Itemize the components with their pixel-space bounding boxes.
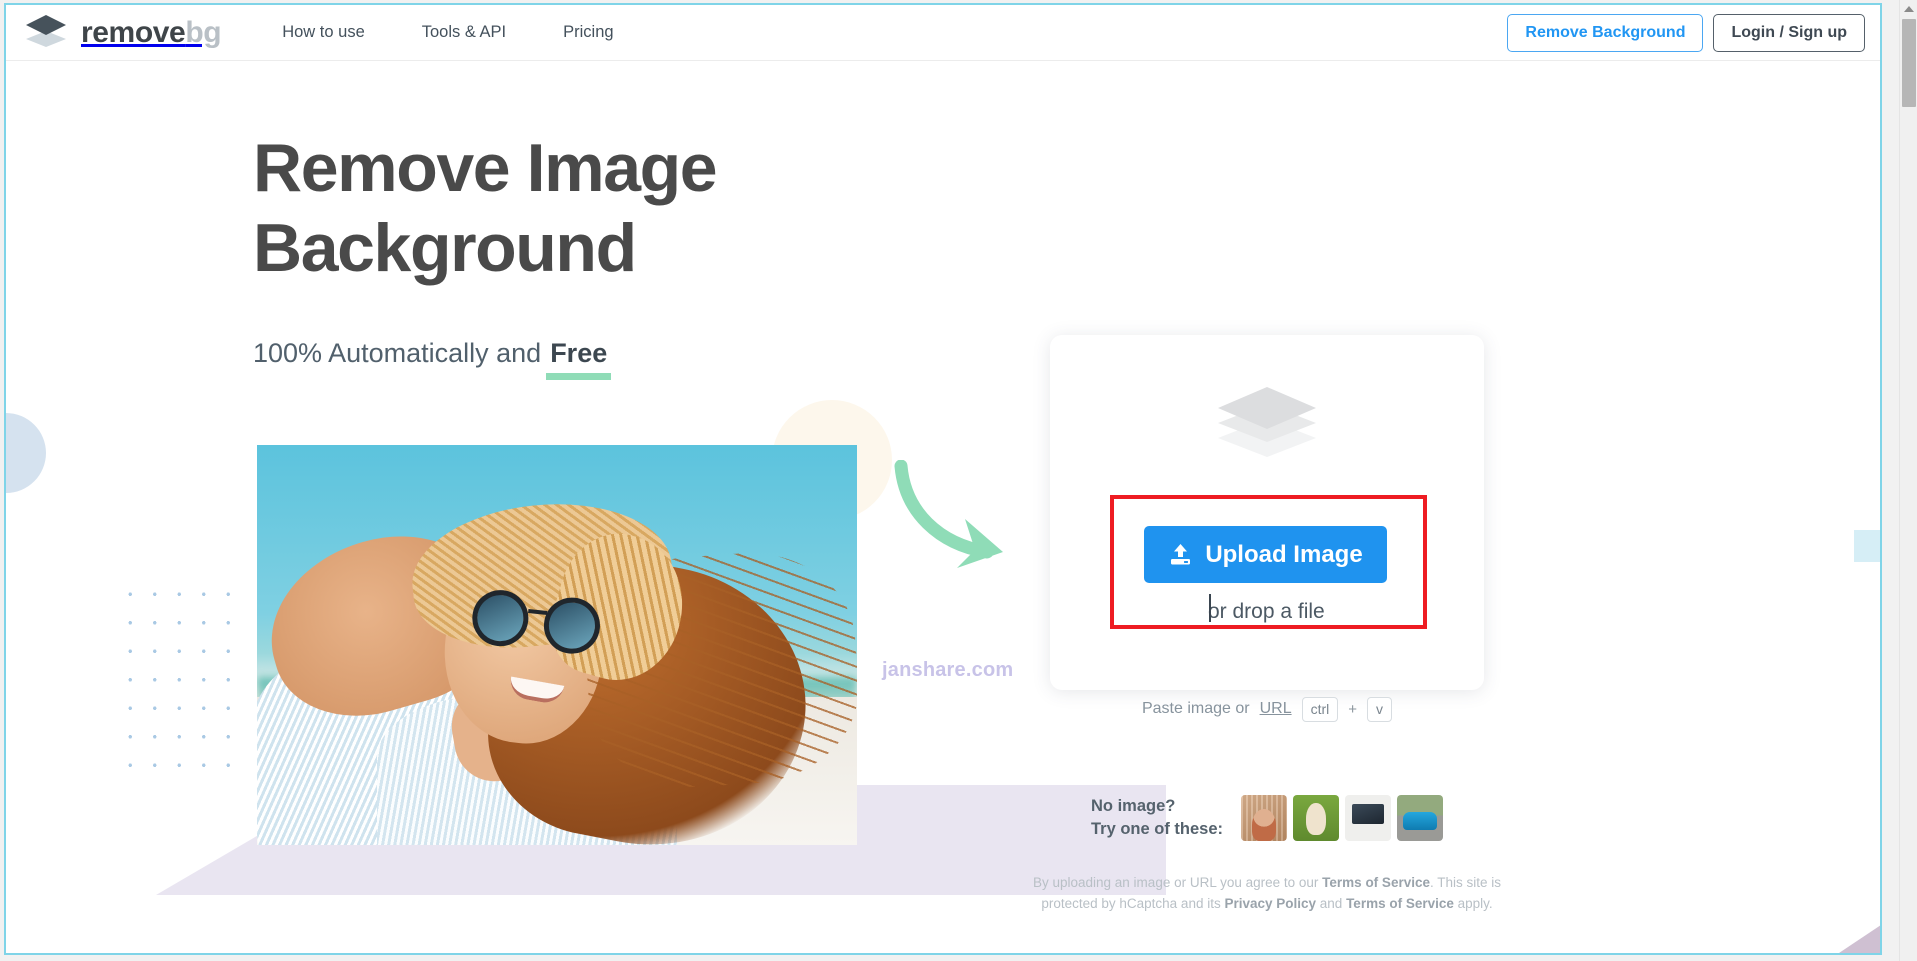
upload-image-button[interactable]: Upload Image — [1144, 526, 1387, 583]
page-title-line-2: Background — [253, 210, 637, 287]
drop-a-file-label: or drop a file — [1208, 600, 1325, 623]
layers-icon — [1218, 387, 1316, 457]
logo-text-bg: bg — [185, 15, 222, 49]
sample-thumbnail-alpaca[interactable] — [1293, 795, 1340, 842]
sample-thumbnail-laptop[interactable] — [1345, 795, 1392, 842]
page-subtitle-prefix: 100% Automatically and — [253, 338, 542, 368]
decor-dot-grid — [118, 580, 240, 780]
legal-line1-c: . This site is — [1429, 875, 1502, 890]
sample-thumbnails — [1241, 795, 1444, 842]
photo-glasses-bridge — [528, 608, 548, 615]
legal-terms-link-1[interactable]: Terms of Service — [1322, 875, 1430, 890]
legal-terms-link-2[interactable]: Terms of Service — [1346, 896, 1454, 911]
legal-privacy-link[interactable]: Privacy Policy — [1224, 896, 1316, 911]
sample-label-line-1: No image? — [1091, 797, 1176, 815]
page-subtitle-emphasis: Free — [546, 338, 612, 380]
page-subtitle: 100% Automatically and Free — [253, 338, 612, 380]
key-v: v — [1367, 697, 1393, 722]
text-caret — [1209, 594, 1211, 622]
photo-lens-left — [469, 587, 532, 649]
remove-background-button[interactable]: Remove Background — [1507, 13, 1704, 52]
legal-line2-a: protected by hCaptcha and its — [1041, 895, 1225, 911]
watermark-text: janshare.com — [882, 659, 1014, 681]
main-navigation: How to use Tools & API Pricing — [282, 23, 613, 42]
sample-images-label: No image? Try one of these: — [1091, 795, 1223, 842]
legal-line2-c: and — [1316, 895, 1347, 911]
scrollbar-thumb[interactable] — [1902, 19, 1916, 107]
legal-disclaimer: By uploading an image or URL you agree t… — [1030, 873, 1504, 914]
page-content: removebg How to use Tools & API Pricing … — [4, 3, 1882, 955]
curved-arrow-icon — [894, 460, 1003, 568]
page-title-line-1: Remove Image — [253, 130, 718, 206]
page-title: Remove Image Background — [253, 128, 893, 288]
sample-label-line-2: Try one of these: — [1091, 820, 1224, 839]
key-ctrl: ctrl — [1301, 697, 1339, 722]
login-signup-button[interactable]: Login / Sign up — [1713, 13, 1865, 52]
site-header: removebg How to use Tools & API Pricing … — [6, 5, 1880, 61]
key-plus-separator: + — [1348, 700, 1358, 718]
logo-text-remove: remove — [81, 15, 186, 49]
nav-item-how-to-use[interactable]: How to use — [282, 23, 365, 42]
vertical-scrollbar[interactable] — [1899, 0, 1917, 961]
sample-thumbnail-car[interactable] — [1397, 795, 1444, 842]
hero-sample-photo — [257, 445, 857, 845]
logo-wordmark: removebg — [81, 15, 222, 49]
site-logo[interactable]: removebg — [24, 13, 222, 53]
nav-item-tools-api[interactable]: Tools & API — [422, 23, 506, 42]
paste-hint-text: Paste image or — [1141, 700, 1250, 718]
decor-right-square — [1854, 530, 1880, 562]
decor-purple-corner — [1821, 885, 1880, 953]
legal-line2-e: apply. — [1453, 895, 1493, 911]
decor-left-circle — [6, 413, 46, 493]
browser-viewport: removebg How to use Tools & API Pricing … — [0, 0, 1917, 961]
upload-icon — [1171, 544, 1191, 565]
upload-image-button-label: Upload Image — [1205, 540, 1363, 568]
photo-lens-right — [541, 594, 603, 657]
sample-thumbnail-woman[interactable] — [1241, 795, 1288, 842]
layers-icon — [26, 14, 66, 47]
paste-url-link[interactable]: URL — [1260, 700, 1292, 718]
legal-line1-a: By uploading an image or URL you agree t… — [1032, 875, 1323, 890]
nav-item-pricing[interactable]: Pricing — [563, 23, 613, 42]
sample-images-row: No image? Try one of these: — [1091, 795, 1444, 842]
header-actions: Remove Background Login / Sign up — [1507, 13, 1865, 52]
chevron-up-icon[interactable] — [1900, 0, 1917, 18]
paste-hint-row: Paste image or URL ctrl + v — [1050, 697, 1484, 722]
